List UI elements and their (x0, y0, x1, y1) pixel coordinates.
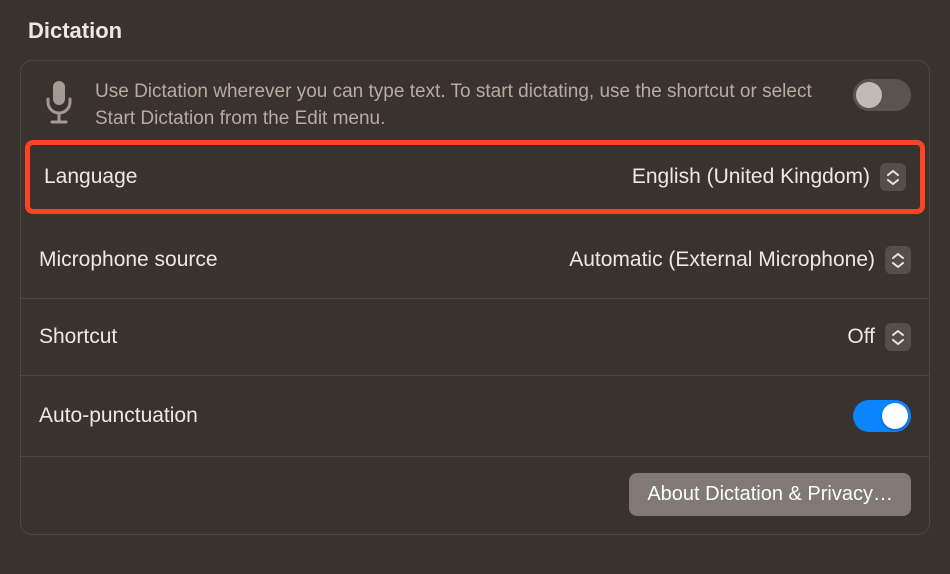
auto-punct-label: Auto-punctuation (39, 404, 198, 428)
mic-source-value: Automatic (External Microphone) (569, 248, 875, 272)
shortcut-value: Off (847, 325, 875, 349)
about-dictation-privacy-button[interactable]: About Dictation & Privacy… (629, 473, 911, 516)
auto-punctuation-toggle[interactable] (853, 400, 911, 432)
intro-text: Use Dictation wherever you can type text… (95, 79, 837, 132)
dictation-toggle[interactable] (853, 79, 911, 111)
shortcut-row[interactable]: Shortcut Off (21, 299, 929, 376)
chevron-up-down-icon[interactable] (885, 323, 911, 351)
intro-row: Use Dictation wherever you can type text… (21, 61, 929, 132)
dictation-panel: Use Dictation wherever you can type text… (20, 60, 930, 535)
microphone-icon (39, 79, 79, 127)
section-title: Dictation (28, 18, 930, 44)
mic-source-label: Microphone source (39, 248, 218, 272)
footer: About Dictation & Privacy… (21, 457, 929, 534)
language-value: English (United Kingdom) (632, 165, 870, 189)
microphone-source-row[interactable]: Microphone source Automatic (External Mi… (21, 222, 929, 299)
auto-punctuation-row: Auto-punctuation (21, 376, 929, 457)
chevron-up-down-icon[interactable] (885, 246, 911, 274)
shortcut-label: Shortcut (39, 325, 117, 349)
language-label: Language (44, 165, 137, 189)
language-row[interactable]: Language English (United Kingdom) (25, 140, 925, 214)
chevron-up-down-icon[interactable] (880, 163, 906, 191)
